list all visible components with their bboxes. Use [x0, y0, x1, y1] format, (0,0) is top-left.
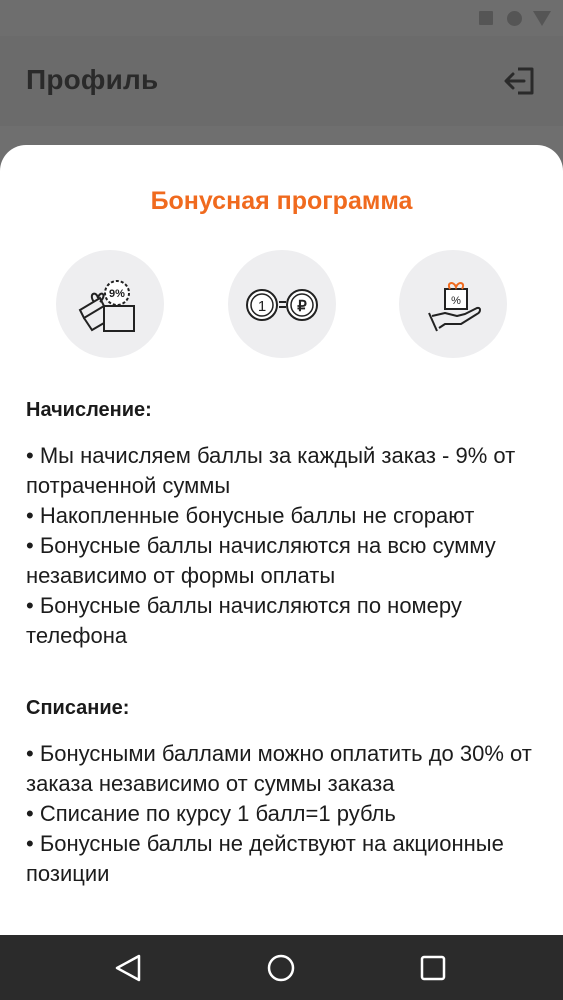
list-item: • Списание по курсу 1 балл=1 рубль — [26, 801, 396, 826]
list-item: • Мы начисляем баллы за каждый заказ - 9… — [26, 443, 516, 498]
recents-icon[interactable] — [418, 953, 448, 983]
writeoff-heading: Списание: — [26, 697, 130, 719]
app-bar: Профиль — [0, 36, 563, 126]
gift-box-percent-icon: 9% — [56, 250, 164, 358]
logout-icon[interactable] — [502, 66, 536, 96]
gift-badge-text: 9% — [109, 288, 125, 300]
home-icon[interactable] — [266, 953, 296, 983]
square-icon — [479, 11, 493, 25]
hand-gift-percent-icon: % — [399, 250, 507, 358]
page-title: Профиль — [26, 64, 159, 95]
coin-left-text: 1 — [258, 298, 266, 315]
list-item: • Бонусные баллы начисляются по номеру т… — [26, 593, 462, 648]
circle-icon — [507, 11, 522, 26]
coin-right-text: ₽ — [297, 298, 307, 315]
accrual-heading: Начисление: — [26, 399, 152, 421]
sheet-title: Бонусная программа — [150, 187, 413, 215]
triangle-icon — [533, 11, 551, 26]
bonus-program-sheet: Бонусная программа 9% 1 ₽ % Начисление: … — [0, 145, 563, 935]
back-icon[interactable] — [113, 953, 143, 983]
writeoff-list: • Бонусными баллами можно оплатить до 30… — [26, 739, 541, 889]
list-item: • Бонусные баллы не действуют на акционн… — [26, 831, 504, 886]
navigation-bar — [0, 935, 563, 1000]
status-bar — [0, 0, 563, 36]
coin-equals-ruble-icon: 1 ₽ — [228, 250, 336, 358]
accrual-list: • Мы начисляем баллы за каждый заказ - 9… — [26, 441, 541, 651]
gift-percent-text: % — [451, 295, 461, 307]
list-item: • Бонусными баллами можно оплатить до 30… — [26, 741, 532, 796]
list-item: • Бонусные баллы начисляются на всю сумм… — [26, 533, 496, 588]
list-item: • Накопленные бонусные баллы не сгорают — [26, 503, 475, 528]
